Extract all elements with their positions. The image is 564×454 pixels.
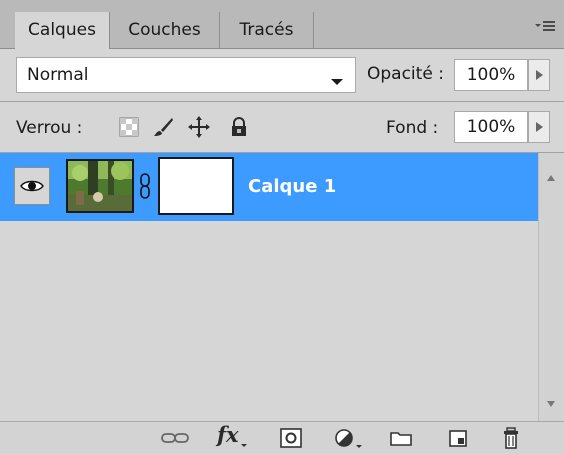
- fill-input[interactable]: 100%: [454, 111, 528, 143]
- new-layer-icon[interactable]: [445, 426, 471, 450]
- lock-label: Verrou :: [16, 118, 83, 138]
- blend-mode-select[interactable]: Normal: [16, 57, 356, 93]
- eye-icon: [20, 180, 44, 192]
- opacity-slider-button[interactable]: [528, 59, 550, 91]
- scroll-up-icon[interactable]: [546, 167, 556, 186]
- mask-frame-corner: [158, 203, 170, 215]
- tab-calques[interactable]: Calques: [15, 12, 110, 49]
- add-mask-icon[interactable]: [278, 426, 304, 450]
- tab-traces[interactable]: Tracés: [220, 12, 314, 48]
- panel-tab-bar: Calques Couches Tracés: [0, 0, 564, 49]
- chevron-right-icon: [536, 122, 543, 132]
- layer-name[interactable]: Calque 1: [248, 176, 336, 197]
- layer-mask-thumbnail[interactable]: [158, 157, 234, 215]
- panel-menu-icon[interactable]: [534, 16, 556, 38]
- mask-frame-corner: [222, 203, 234, 215]
- blend-mode-value: Normal: [27, 65, 89, 85]
- chevron-down-icon: [329, 68, 345, 85]
- new-group-icon[interactable]: [388, 426, 414, 450]
- mask-frame-corner: [158, 157, 170, 169]
- mask-frame-corner: [222, 157, 234, 169]
- blend-opacity-row: Normal Opacité : 100%: [0, 49, 564, 101]
- layer-style-fx-icon[interactable]: fx: [217, 422, 239, 447]
- chevron-down-icon: [240, 426, 266, 450]
- adjustment-layer-icon[interactable]: [333, 426, 362, 450]
- layers-list: Calque 1: [0, 153, 538, 421]
- lock-transparent-pixels-icon[interactable]: [118, 116, 140, 138]
- layers-panel: Calques Couches Tracés Normal Opacité : …: [0, 0, 564, 453]
- layer-row[interactable]: Calque 1: [0, 153, 538, 221]
- delete-layer-icon[interactable]: [498, 426, 524, 450]
- scroll-down-icon[interactable]: [546, 393, 556, 412]
- layers-toolbar: fx: [0, 421, 564, 453]
- fill-label: Fond :: [386, 118, 439, 138]
- lock-image-pixels-icon[interactable]: [152, 116, 174, 138]
- opacity-label: Opacité :: [367, 64, 444, 84]
- layer-thumbnail[interactable]: [66, 159, 134, 213]
- visibility-toggle[interactable]: [14, 167, 50, 205]
- layers-scrollbar[interactable]: [538, 153, 564, 421]
- fill-slider-button[interactable]: [528, 111, 550, 143]
- lock-fill-row: Verrou : Fond: 100%: [0, 102, 564, 152]
- link-layers-icon[interactable]: [160, 426, 189, 450]
- tab-couches[interactable]: Couches: [110, 12, 220, 48]
- opacity-input[interactable]: 100%: [454, 59, 528, 91]
- mask-link-icon[interactable]: [138, 173, 152, 199]
- lock-position-icon[interactable]: [188, 116, 210, 138]
- lock-all-icon[interactable]: [228, 116, 250, 138]
- chevron-right-icon: [536, 70, 543, 80]
